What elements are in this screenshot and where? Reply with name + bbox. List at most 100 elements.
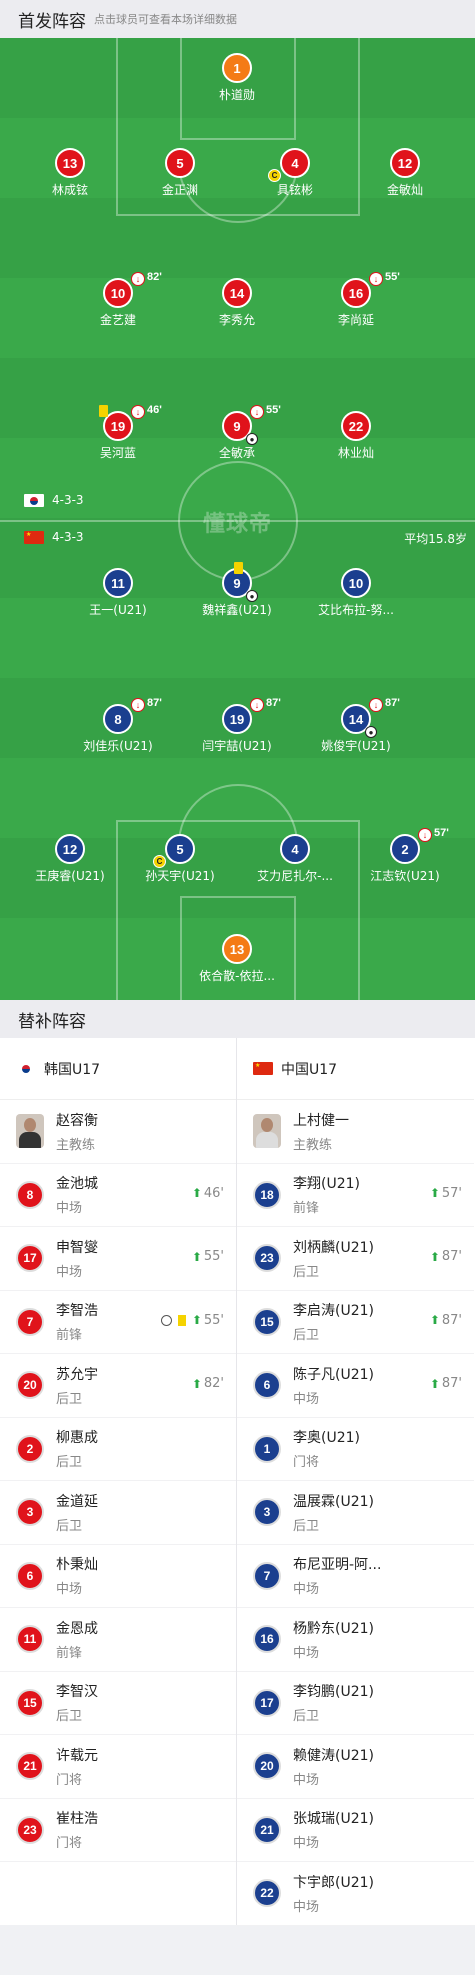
pitch-player[interactable]: 14 ↓ 87' ● 姚俊宇(U21) <box>296 697 416 754</box>
substitution-info: ⬆ 55' <box>160 1313 224 1328</box>
sub-player-row[interactable]: 22 卞宇郎(U21) 中场 <box>237 1862 474 1926</box>
sub-player-row[interactable]: 3 温展霖(U21) 后卫 <box>237 1481 474 1545</box>
pitch-player[interactable]: 12 王庚睿(U21) <box>10 834 130 884</box>
player-number-disc: 1 <box>222 53 252 83</box>
sub-player-name: 张城瑞(U21) <box>293 1811 374 1828</box>
substitution-minute: 87' <box>441 1249 462 1264</box>
pitch-player[interactable]: 11 王一(U21) <box>58 568 178 618</box>
pitch-player[interactable]: 8 ↓ 87' 刘佳乐(U21) <box>58 697 178 754</box>
pitch-player[interactable]: 4 C 具铉彬 <box>235 148 355 198</box>
sub-player-row[interactable]: 17 申智燮 中场 ⬆ 55' <box>0 1227 236 1291</box>
coach-name: 上村健一 <box>293 1112 349 1129</box>
pitch-player[interactable]: 10 艾比布拉-努... <box>296 568 416 618</box>
substitution-info: ⬆ 46' <box>192 1186 224 1201</box>
player-name: 金艺建 <box>99 313 136 327</box>
pitch-player[interactable]: 13 依合散-依拉... <box>177 934 297 984</box>
player-number-disc: 12 <box>390 148 420 178</box>
pitch-player[interactable]: 12 金敏灿 <box>345 148 465 198</box>
player-number: 12 <box>62 841 78 857</box>
sub-player-row[interactable]: 2 柳惠成 后卫 <box>0 1418 236 1481</box>
sub-player-info: 李启涛(U21) 后卫 <box>293 1300 374 1343</box>
sub-player-row[interactable]: 21 许载元 门将 <box>0 1735 236 1799</box>
sub-player-name: 陈子凡(U21) <box>293 1366 374 1383</box>
sub-player-row[interactable]: 16 杨黔东(U21) 中场 <box>237 1608 474 1672</box>
substitution-minute: 82' <box>203 1376 224 1391</box>
sub-player-row[interactable]: 20 苏允宇 后卫 ⬆ 82' <box>0 1354 236 1418</box>
pitch-player[interactable]: 13 林成铉 <box>10 148 130 198</box>
subs-header: 替补阵容 <box>0 1000 475 1038</box>
away-coach-row[interactable]: 上村健一 主教练 <box>237 1100 474 1164</box>
sub-player-number: 7 <box>16 1307 44 1336</box>
sub-player-row[interactable]: 23 崔柱浩 门将 <box>0 1799 236 1862</box>
player-number: 13 <box>229 941 245 957</box>
player-number: 8 <box>114 711 122 727</box>
sub-player-row[interactable]: 3 金道延 后卫 <box>0 1481 236 1545</box>
goal-ball-icon <box>160 1314 172 1326</box>
sub-player-number: 3 <box>16 1498 44 1527</box>
sub-player-row[interactable]: 11 金恩成 前锋 <box>0 1608 236 1672</box>
sub-player-row[interactable]: 21 张城瑞(U21) 中场 <box>237 1799 474 1862</box>
substitution-out-icon: ↓ <box>131 405 145 419</box>
sub-player-row[interactable]: 23 刘柄麟(U21) 后卫 ⬆ 87' <box>237 1227 474 1291</box>
away-team-row[interactable]: ★ 中国U17 <box>237 1038 474 1100</box>
pitch-player[interactable]: 10 ↓ 82' 金艺建 <box>58 271 178 328</box>
sub-player-info: 卞宇郎(U21) 中场 <box>293 1872 374 1915</box>
player-number-disc: 19 ↓ 46' <box>99 404 162 441</box>
sub-player-number: 18 <box>253 1180 281 1209</box>
player-number-disc: 5 <box>165 148 195 178</box>
pitch-player[interactable]: 19 ↓ 87' 闫宇喆(U21) <box>177 697 297 754</box>
pitch-player[interactable]: 9 ↓ 55' ● 全敏承 <box>177 404 297 461</box>
sub-player-name: 赖健涛(U21) <box>293 1747 374 1764</box>
substitution-in-icon: ⬆ <box>191 1313 202 1327</box>
china-flag-icon: ★ <box>253 1062 273 1075</box>
sub-player-name: 李翔(U21) <box>293 1176 360 1193</box>
pitch-player[interactable]: 9 ● 魏祥鑫(U21) <box>177 562 297 618</box>
sub-player-row[interactable]: 1 李奥(U21) 门将 <box>237 1418 474 1481</box>
sub-player-row[interactable]: 15 李启涛(U21) 后卫 ⬆ 87' <box>237 1291 474 1354</box>
sub-player-row[interactable]: 20 赖健涛(U21) 中场 <box>237 1735 474 1799</box>
sub-player-number: 8 <box>16 1180 44 1209</box>
pitch-player[interactable]: 22 林业灿 <box>296 411 416 461</box>
substitution-minute: 46' <box>203 1185 224 1201</box>
sub-player-row[interactable]: 8 金池城 中场 ⬆ 46' <box>0 1164 236 1227</box>
substitution-in-icon: ⬆ <box>429 1186 440 1200</box>
home-team-row[interactable]: 韩国U17 <box>0 1038 236 1100</box>
pitch-player[interactable]: 1 朴道勋 <box>177 53 297 103</box>
sub-player-row[interactable]: 7 布尼亚明-阿... 中场 <box>237 1545 474 1608</box>
sub-player-row[interactable]: 18 李翔(U21) 前锋 ⬆ 57' <box>237 1164 474 1227</box>
sub-player-name: 李智浩 <box>56 1303 98 1320</box>
player-number: 10 <box>348 575 364 591</box>
pitch-player[interactable]: 14 李秀允 <box>177 278 297 328</box>
home-formation: 4-3-3 <box>24 493 84 507</box>
sub-player-row[interactable]: 6 陈子凡(U21) 中场 ⬆ 87' <box>237 1354 474 1418</box>
player-number: 14 <box>348 711 364 727</box>
pitch-player[interactable]: 5 金正渊 <box>120 148 240 198</box>
sub-player-position: 中场 <box>293 1391 320 1407</box>
subs-title: 替补阵容 <box>18 1011 86 1032</box>
sub-player-position: 中场 <box>293 1772 320 1788</box>
sub-player-row[interactable]: 15 李智汉 后卫 <box>0 1672 236 1735</box>
sub-player-row[interactable]: 6 朴秉灿 中场 <box>0 1545 236 1608</box>
pitch-player[interactable]: 4 艾力尼扎尔-... <box>235 834 355 884</box>
player-number-disc: 10 ↓ 82' <box>103 271 162 308</box>
sub-player-number: 3 <box>253 1498 281 1527</box>
sub-player-position: 后卫 <box>56 1518 83 1534</box>
sub-player-row[interactable]: 17 李钧鹏(U21) 后卫 <box>237 1672 474 1735</box>
player-name: 江志钦(U21) <box>370 869 440 883</box>
player-number: 13 <box>62 155 78 171</box>
home-coach-row[interactable]: 赵容衡 主教练 <box>0 1100 236 1164</box>
lineup-title: 首发阵容 <box>18 11 86 32</box>
pitch-player[interactable]: 19 ↓ 46' 吴河蓝 <box>58 404 178 461</box>
sub-player-name: 柳惠成 <box>56 1430 98 1447</box>
away-team-name: 中国U17 <box>281 1061 338 1078</box>
player-number: 19 <box>229 711 245 727</box>
sub-player-row[interactable]: 7 李智浩 前锋 ⬆ 55' <box>0 1291 236 1354</box>
substitution-minute: 87' <box>385 697 400 709</box>
pitch-player[interactable]: 5 C 孙天宇(U21) <box>120 834 240 884</box>
pitch-player[interactable]: 16 ↓ 55' 李尚延 <box>296 271 416 328</box>
pitch-player[interactable]: 2 ↓ 57' 江志钦(U21) <box>345 827 465 884</box>
sub-player-number: 11 <box>16 1625 44 1654</box>
substitution-in-icon: ⬆ <box>429 1376 440 1391</box>
player-number-disc: 22 <box>341 411 371 441</box>
player-name: 李秀允 <box>218 313 255 327</box>
